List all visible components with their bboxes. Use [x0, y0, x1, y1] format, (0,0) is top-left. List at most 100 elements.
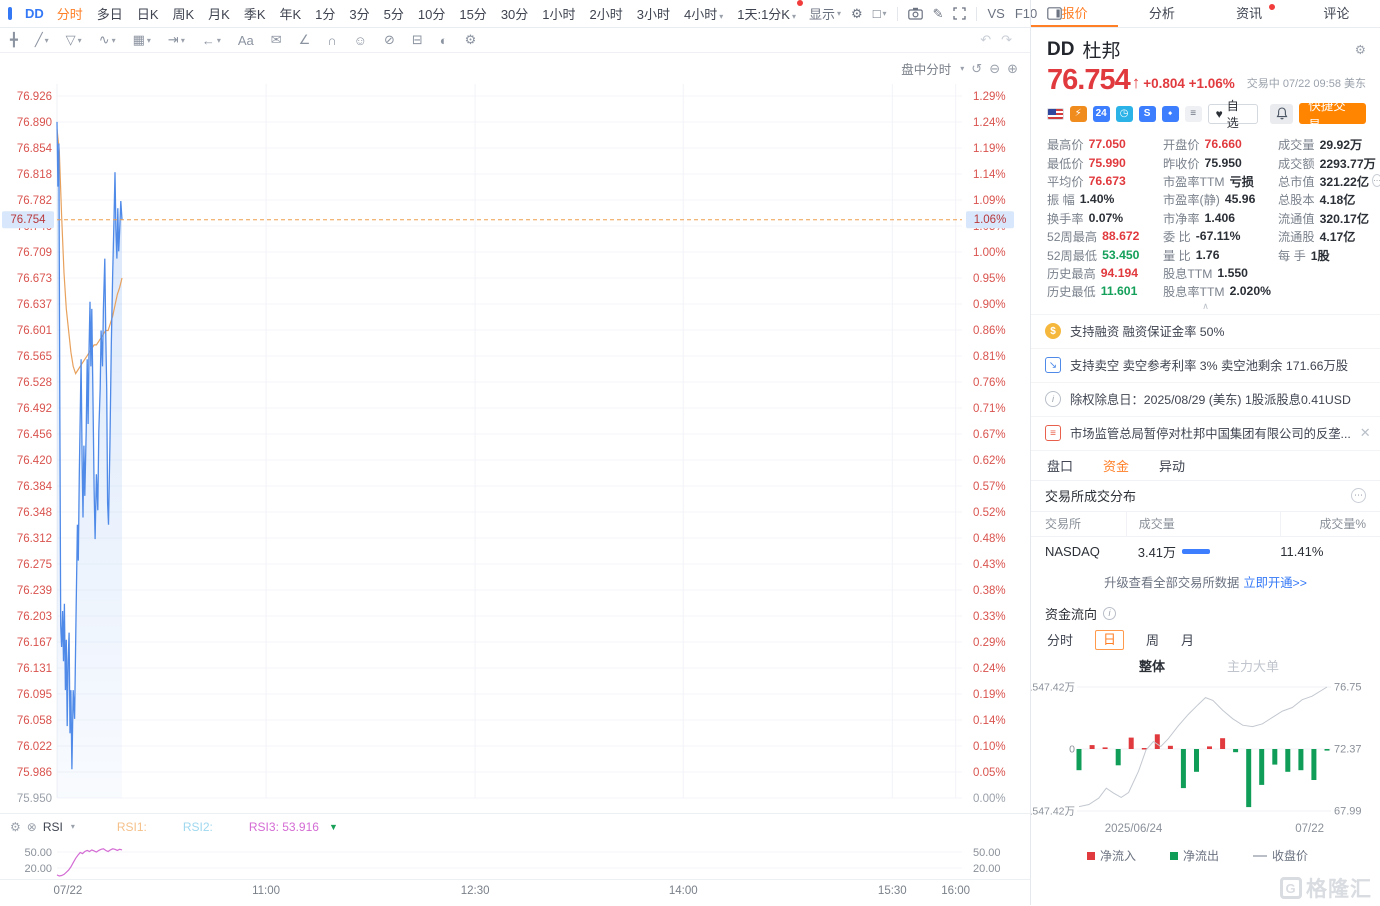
chevron-down-icon: ▾: [217, 36, 221, 45]
stat-value: 11.601: [1101, 284, 1138, 298]
display-menu[interactable]: 显示▾: [809, 4, 841, 23]
stat-value: 75.950: [1205, 156, 1242, 170]
redo-icon[interactable]: ↷: [1001, 32, 1012, 48]
svg-text:-1547.42万: -1547.42万: [1031, 805, 1075, 817]
notice-item[interactable]: ↘支持卖空 卖空参考利率 3% 卖空池剩余 171.66万股: [1031, 349, 1380, 383]
alert-bell-button[interactable]: [1270, 104, 1293, 124]
compare-icon[interactable]: ◐: [440, 33, 448, 48]
app-icon[interactable]: [8, 7, 12, 20]
afterhours-badge: ◷: [1116, 106, 1133, 122]
news-icon: ≡: [1045, 425, 1061, 441]
tab-分析[interactable]: 分析: [1118, 0, 1205, 27]
close-icon[interactable]: ✕: [1360, 425, 1371, 441]
note-icon[interactable]: ✉: [271, 32, 282, 48]
notification-dot: [1269, 4, 1275, 10]
period-4小时[interactable]: 4小时▾: [684, 4, 723, 23]
zoom-out-icon[interactable]: ⊖: [989, 61, 1000, 77]
quick-trade-button[interactable]: 快捷交易: [1299, 103, 1366, 124]
tab-异动[interactable]: 异动: [1159, 456, 1185, 475]
crosshair-icon[interactable]: ╋: [10, 32, 18, 48]
period-月K[interactable]: 月K: [208, 4, 230, 23]
upgrade-link[interactable]: 立即开通>>: [1243, 573, 1307, 591]
period-分时[interactable]: 分时: [57, 4, 83, 23]
screenshot-icon[interactable]: [908, 7, 923, 20]
rsi-chart[interactable]: 50.0050.0020.0020.00: [0, 839, 1030, 879]
zoom-in-icon[interactable]: ⊕: [1007, 61, 1018, 77]
draw-pencil-icon[interactable]: ✎: [933, 6, 944, 22]
period-日K[interactable]: 日K: [137, 4, 159, 23]
stat-row: 流通值320.17亿: [1278, 209, 1374, 227]
tab-资讯[interactable]: 资讯: [1206, 0, 1293, 27]
text-tool-icon[interactable]: Aa: [238, 33, 254, 48]
measure-icon[interactable]: ⇥▾: [168, 32, 185, 48]
trendline-icon[interactable]: ╱▾: [35, 32, 49, 48]
stat-label: 历史最低: [1047, 282, 1096, 300]
period-15分[interactable]: 15分: [459, 4, 486, 23]
fullscreen-icon[interactable]: [953, 7, 966, 20]
rsi-close-icon[interactable]: ⊗: [27, 820, 37, 834]
more-icon[interactable]: ⋯: [1351, 488, 1366, 503]
fundflow-view-主力大单[interactable]: 主力大单: [1227, 656, 1279, 675]
notice-item[interactable]: ≡市场监管总局暂停对杜邦中国集团有限公司的反垄...✕: [1031, 417, 1380, 451]
svg-text:76.528: 76.528: [17, 377, 52, 389]
rsi-legend: RSI1:RSI2:RSI3: 53.916: [81, 820, 319, 834]
stat-row: 市盈率TTM亏损: [1163, 172, 1278, 190]
chevron-down-icon[interactable]: ▾: [71, 822, 75, 831]
emoji-icon[interactable]: ☺: [354, 33, 367, 48]
tab-评论[interactable]: 评论: [1293, 0, 1380, 27]
undo-icon[interactable]: ↶: [980, 32, 991, 48]
tab-资金[interactable]: 资金: [1103, 456, 1129, 475]
period-2小时[interactable]: 2小时: [590, 4, 623, 23]
period-30分[interactable]: 30分: [501, 4, 528, 23]
period-10分[interactable]: 10分: [418, 4, 445, 23]
wave-icon[interactable]: ∿▾: [99, 32, 116, 48]
layout-grid-icon[interactable]: □▾: [873, 6, 887, 21]
period-季K[interactable]: 季K: [244, 4, 266, 23]
panel-settings-icon[interactable]: ⚙: [1355, 42, 1366, 57]
period-周K[interactable]: 周K: [172, 4, 194, 23]
info-icon[interactable]: i: [1103, 607, 1116, 620]
notice-item[interactable]: $支持融资 融资保证金率 50%: [1031, 315, 1380, 349]
draw-settings-icon[interactable]: ⚙: [465, 32, 477, 48]
period-多日[interactable]: 多日: [97, 4, 123, 23]
watchlist-button[interactable]: ♥自选: [1208, 104, 1258, 124]
rsi-settings-icon[interactable]: ⚙: [10, 820, 21, 834]
vs-button[interactable]: VS: [987, 6, 1004, 21]
current-symbol[interactable]: DD: [25, 6, 44, 21]
svg-text:76.890: 76.890: [17, 117, 52, 129]
intraday-chart[interactable]: 76.9261.29%76.8901.24%76.8541.19%76.8181…: [0, 53, 1030, 813]
fundflow-tab-周[interactable]: 周: [1146, 630, 1159, 649]
collapse-stats-icon[interactable]: ∧: [1031, 301, 1380, 314]
fundflow-tab-日[interactable]: 日: [1095, 630, 1124, 650]
period-1小时[interactable]: 1小时: [542, 4, 575, 23]
fundflow-tab-分时[interactable]: 分时: [1047, 630, 1073, 649]
reset-view-icon[interactable]: ↺: [971, 61, 982, 77]
tab-报价[interactable]: 报价: [1031, 0, 1118, 27]
fundflow-tab-月[interactable]: 月: [1181, 630, 1194, 649]
arrow-icon[interactable]: ←▾: [202, 33, 221, 48]
chart-settings-icon[interactable]: ⚙: [851, 6, 863, 22]
pattern-icon[interactable]: ▦▾: [133, 32, 151, 48]
period-3分[interactable]: 3分: [349, 4, 369, 23]
tab-盘口[interactable]: 盘口: [1047, 456, 1073, 475]
fundflow-view-整体[interactable]: 整体: [1139, 656, 1165, 675]
rsi-label[interactable]: RSI: [43, 820, 63, 834]
notice-item[interactable]: i除权除息日：2025/08/29 (美东) 1股派股息0.41USD: [1031, 383, 1380, 417]
angle-icon[interactable]: ∠: [299, 32, 311, 48]
quote-panel-tabs: 报价分析资讯评论: [1030, 0, 1380, 27]
table-row[interactable]: NASDAQ3.41万11.41%: [1031, 537, 1380, 567]
period-3小时[interactable]: 3小时: [637, 4, 670, 23]
hide-drawings-icon[interactable]: ⊘: [384, 32, 395, 48]
fundflow-chart[interactable]: 1547.42万76.75072.37-1547.42万67.992025/06…: [1031, 679, 1380, 843]
period-年K[interactable]: 年K: [280, 4, 302, 23]
main-body: ╋ ╱▾ ▽▾ ∿▾ ▦▾ ⇥▾ ←▾ Aa ✉ ∠ ∩ ☺ ⊘ ⊟ ◐ ⚙ ↶ ↷ 76.9261.29%76.…: [0, 28, 1380, 905]
chart-mode-label[interactable]: 盘中分时: [901, 59, 951, 78]
period-1分[interactable]: 1分: [315, 4, 335, 23]
delete-drawings-icon[interactable]: ⊟: [412, 32, 423, 48]
magnet-icon[interactable]: ∩: [327, 33, 336, 48]
more-icon[interactable]: ⋯: [1372, 174, 1380, 187]
stat-row: 市净率1.406: [1163, 209, 1278, 227]
period-1天:1分K[interactable]: 1天:1分K▾: [737, 4, 796, 23]
period-5分[interactable]: 5分: [384, 4, 404, 23]
shape-icon[interactable]: ▽▾: [66, 32, 82, 48]
